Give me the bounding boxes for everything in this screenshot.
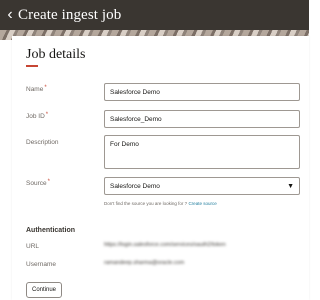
name-label: Name* — [26, 85, 47, 93]
job-id-label: Job ID* — [26, 112, 49, 120]
source-hint: Don't find the source you are looking fo… — [104, 201, 217, 206]
title-accent — [26, 65, 38, 67]
continue-button[interactable]: Continue — [26, 282, 62, 298]
name-value: Salesforce Demo — [110, 88, 160, 96]
chevron-down-icon: ▼ — [287, 182, 294, 190]
url-value: https://login.salesforce.com/services/oa… — [104, 242, 226, 248]
page-header: ‹ Create ingest job — [0, 0, 309, 30]
job-id-value: Salesforce_Demo — [110, 115, 162, 123]
chevron-left-icon[interactable]: ‹ — [4, 6, 16, 24]
description-textarea[interactable]: For Demo — [104, 135, 300, 169]
description-label: Description — [26, 139, 59, 146]
required-marker: * — [44, 85, 47, 91]
section-title: Job details — [26, 47, 86, 62]
source-value: Salesforce Demo — [110, 182, 160, 190]
url-label: URL — [26, 243, 40, 250]
source-select[interactable]: Salesforce Demo ▼ — [104, 177, 300, 195]
required-marker: * — [45, 112, 49, 118]
authentication-title: Authentication — [26, 227, 75, 234]
username-label: Username — [26, 261, 56, 268]
create-source-link[interactable]: Create source — [188, 201, 216, 206]
name-input[interactable]: Salesforce Demo — [104, 83, 300, 101]
description-value: For Demo — [110, 141, 139, 148]
username-value: ramandeep.sharma@oracle.com — [104, 260, 185, 266]
source-label: Source* — [26, 179, 50, 187]
required-marker: * — [47, 179, 50, 185]
page-title: Create ingest job — [18, 6, 122, 23]
job-id-input[interactable]: Salesforce_Demo — [104, 110, 300, 128]
